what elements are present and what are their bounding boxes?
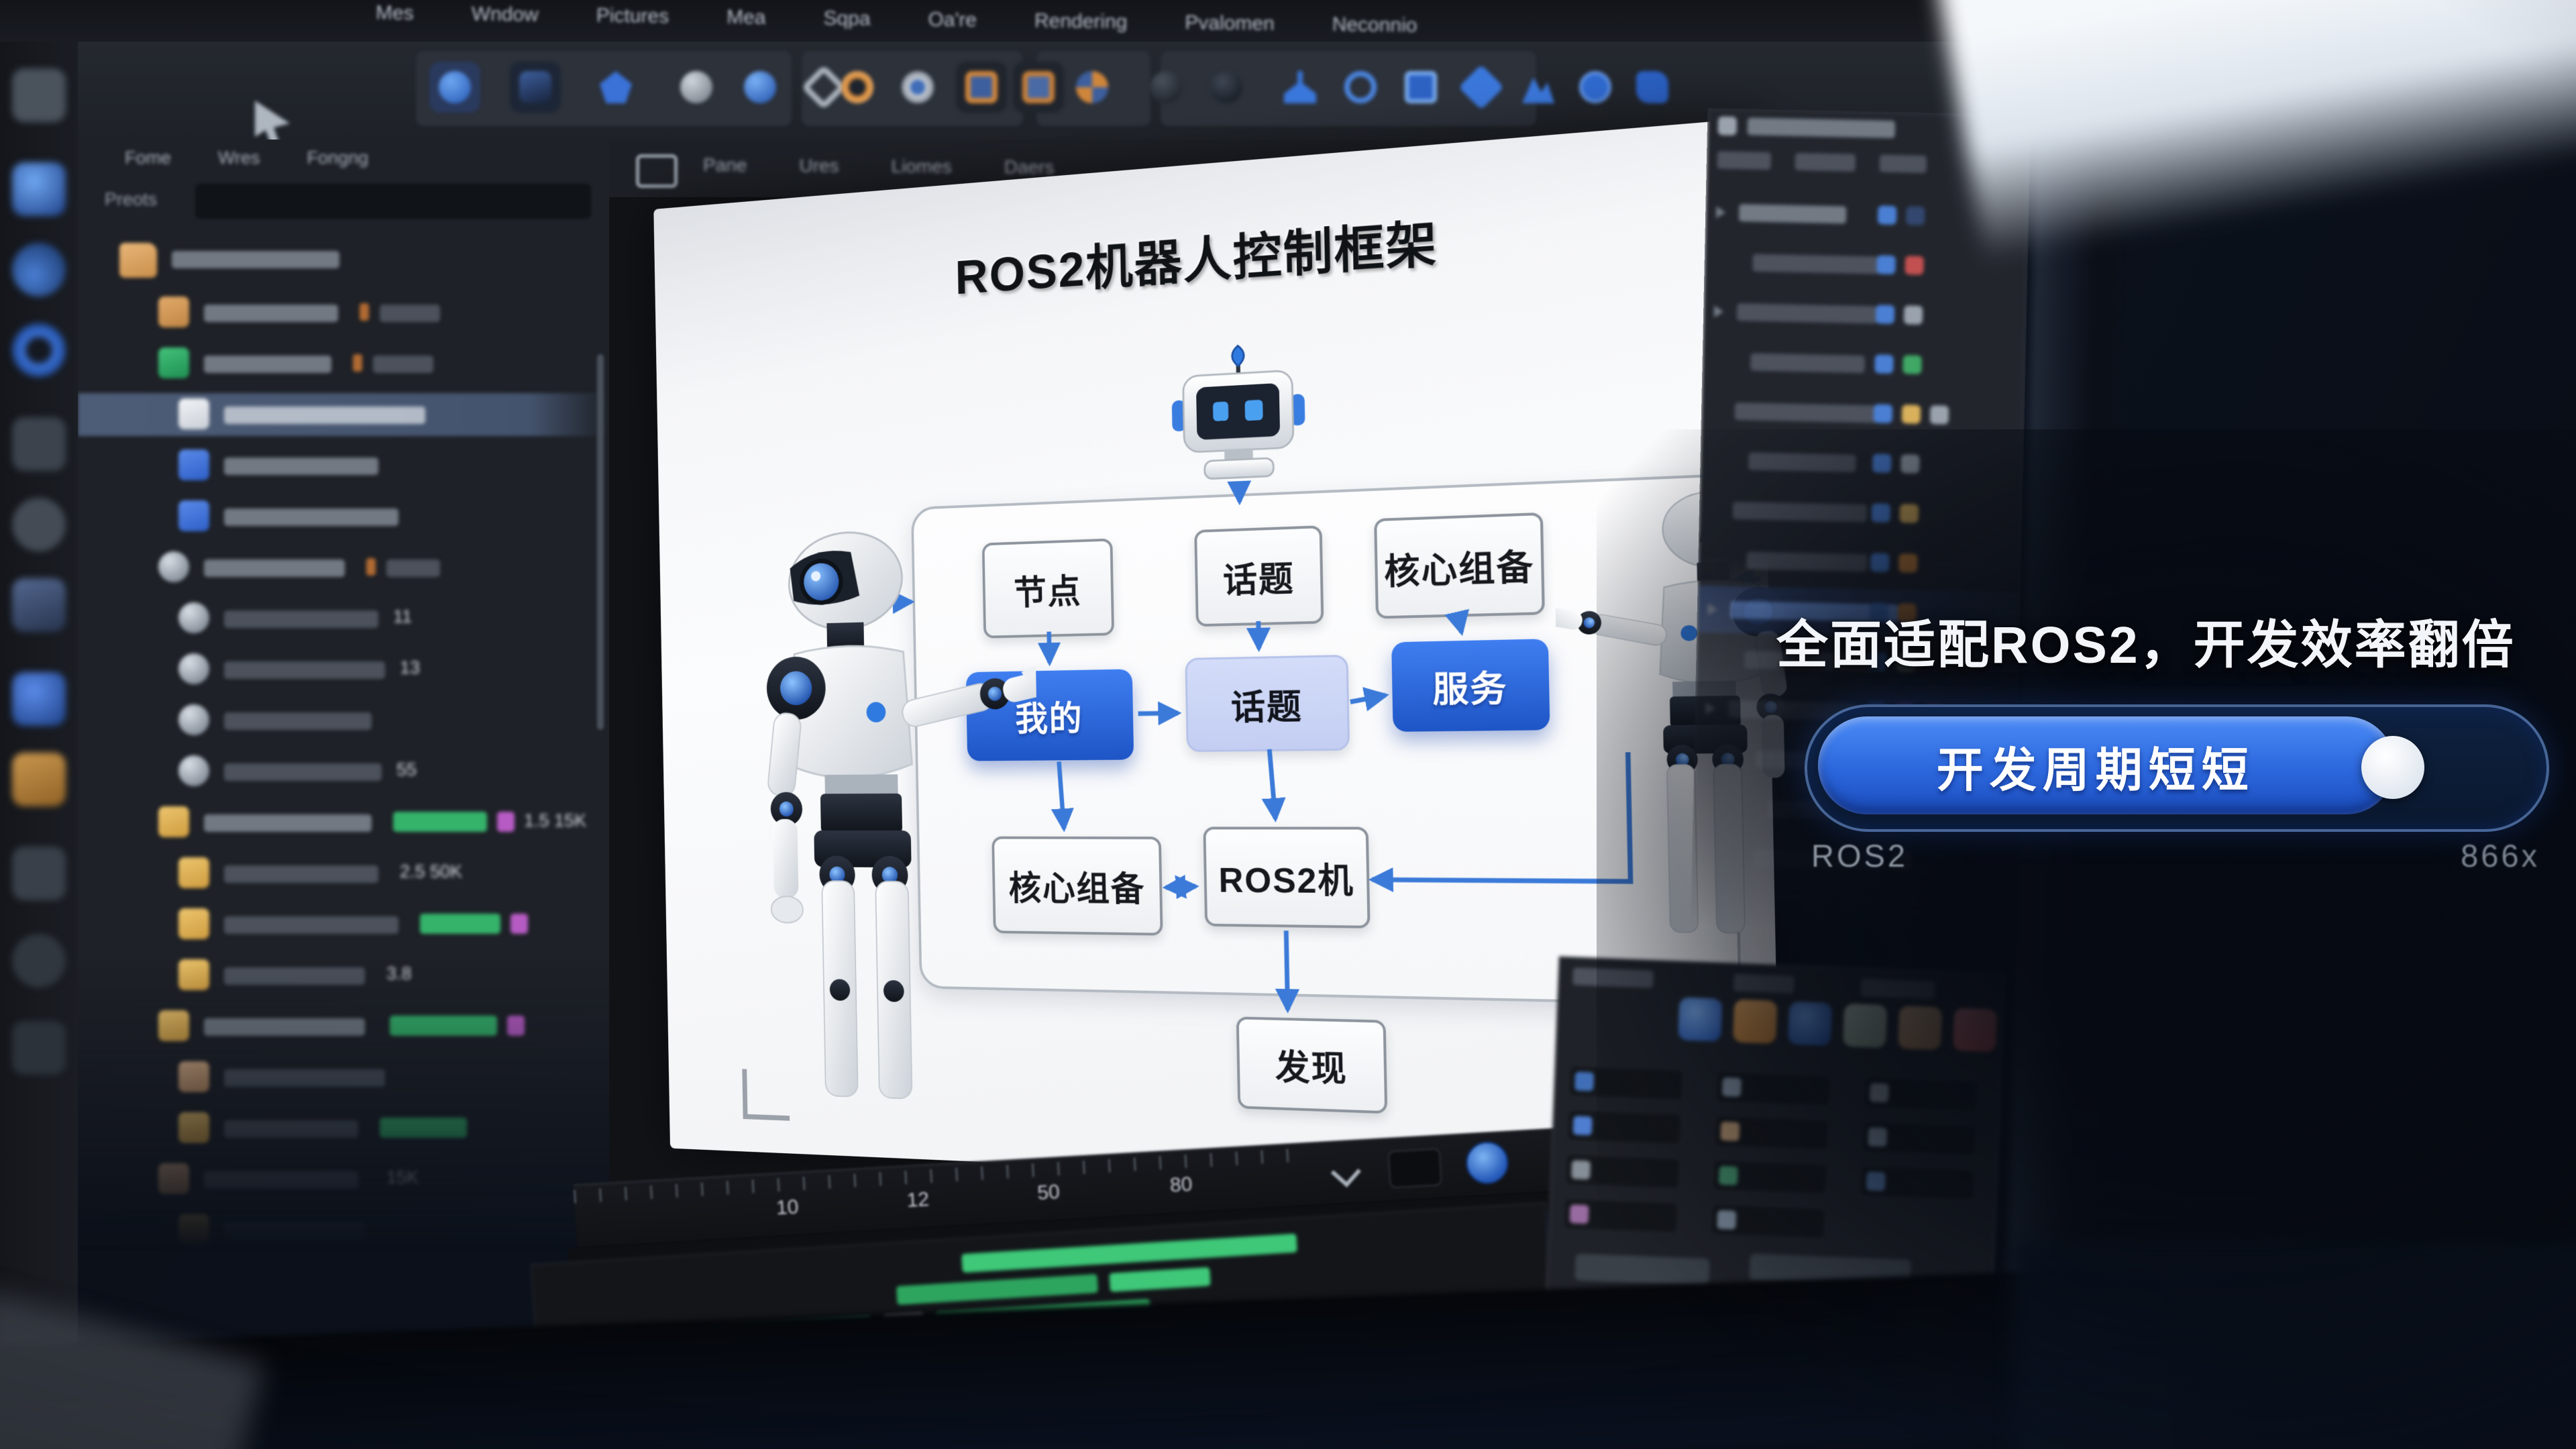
panel-label: Preots <box>105 189 157 210</box>
tree-row[interactable]: 1.5 15K <box>78 801 609 844</box>
tool-icon-orange[interactable] <box>12 753 66 806</box>
tool-icon[interactable] <box>12 68 66 122</box>
orange-frame-icon[interactable] <box>956 62 1007 113</box>
tool-icon[interactable] <box>12 417 66 471</box>
play-badge-icon[interactable] <box>1464 1140 1510 1186</box>
sketch-ring-icon[interactable] <box>892 62 943 113</box>
overlay-dark-backdrop <box>1597 429 2576 1449</box>
menu-item[interactable]: Mes <box>376 2 414 25</box>
tree-row[interactable] <box>78 495 609 538</box>
viewport-window-icon[interactable] <box>636 154 678 188</box>
left-tool-strip <box>0 42 78 1449</box>
promo-captions: ROS2 866x <box>1811 837 2540 874</box>
blue-diamond-icon[interactable] <box>1456 62 1507 113</box>
menu-item[interactable]: Pictures <box>596 5 669 28</box>
layer-row[interactable] <box>1704 288 2025 341</box>
chevron-down-icon[interactable] <box>1331 1157 1361 1187</box>
tool-icon-blue-swirl[interactable] <box>12 162 66 216</box>
viewport-menu-item[interactable]: Daers <box>1004 156 1055 178</box>
timeline-tick-label: 12 <box>906 1188 930 1212</box>
viewport-menu-item[interactable]: Ures <box>799 155 839 176</box>
timeline-tick-label: 50 <box>1036 1181 1060 1205</box>
tree-row[interactable] <box>78 903 609 946</box>
tree-row[interactable] <box>78 444 609 487</box>
panel-menu-item[interactable]: Fome <box>125 148 171 168</box>
menu-item[interactable]: Neconnio <box>1332 13 1417 38</box>
timeline-tick-label: 10 <box>775 1196 799 1220</box>
orange-torus-icon[interactable] <box>832 62 883 113</box>
navy-square-icon[interactable] <box>510 62 561 113</box>
dark-sphere-icon[interactable] <box>1140 62 1191 113</box>
menu-item[interactable]: Wndow <box>472 3 539 26</box>
cloth-icon[interactable] <box>1627 62 1678 113</box>
tree-row[interactable]: 2.5 50K <box>78 852 609 895</box>
tool-icon-blue[interactable] <box>12 672 66 726</box>
tool-icon[interactable] <box>12 1021 66 1075</box>
tree-row[interactable] <box>78 291 609 334</box>
panel-header-icon <box>1718 116 1737 136</box>
tree-row[interactable] <box>78 546 609 589</box>
tool-icon[interactable] <box>12 498 66 551</box>
toggle-label: 开发周期短短 <box>1807 707 2384 825</box>
wire-sphere-icon[interactable] <box>1335 62 1386 113</box>
panel-search-field[interactable] <box>195 184 591 219</box>
caption-ros2: ROS2 <box>1811 837 1908 874</box>
timeline-tick-label: 80 <box>1169 1173 1193 1197</box>
tool-icon[interactable] <box>12 578 66 632</box>
tree-row[interactable]: 11 <box>78 597 609 640</box>
blue-blob-icon[interactable] <box>429 62 480 113</box>
layer-row[interactable] <box>1705 238 2027 292</box>
tool-icon[interactable] <box>12 934 66 987</box>
panel-menu-item[interactable]: Fongng <box>307 148 369 168</box>
slide-corner-mark <box>742 1069 790 1120</box>
dotted-sphere-icon[interactable] <box>1570 62 1621 113</box>
promo-screenshot: Mes Wndow Pictures Mea Sqpa Oa're Render… <box>0 0 2576 1449</box>
timeline-mode-button[interactable] <box>1388 1148 1442 1188</box>
tool-icon-blue-arc[interactable] <box>12 243 66 297</box>
caption-multiplier: 866x <box>2461 837 2540 874</box>
tree-row-selected[interactable] <box>78 393 609 436</box>
panel-menu-item[interactable]: Wres <box>218 148 260 168</box>
tree-row[interactable] <box>78 342 609 385</box>
orange-frame-icon-2[interactable] <box>1013 62 1064 113</box>
toggle-knob[interactable] <box>2361 736 2424 799</box>
menu-item[interactable]: Pvalomen <box>1185 11 1275 36</box>
menu-bar: Mes Wndow Pictures Mea Sqpa Oa're Render… <box>0 0 2053 42</box>
tool-icon-blue-ring[interactable] <box>12 323 66 377</box>
orange-cross-icon[interactable] <box>1067 62 1118 113</box>
gray-sphere-icon[interactable] <box>671 62 722 113</box>
tree-row[interactable]: 15K <box>78 1158 609 1201</box>
joint-tree-icon[interactable] <box>1275 62 1326 113</box>
blue-pentagon-icon[interactable] <box>590 62 641 113</box>
object-tree-panel: Fome Wres Fongng Preots 11 13 55 1.5 15K… <box>78 140 610 1273</box>
dark-sphere-icon-2[interactable] <box>1201 62 1252 113</box>
layer-row[interactable] <box>1703 337 2025 391</box>
tree-row[interactable] <box>78 699 609 742</box>
tree-row[interactable] <box>78 1005 609 1048</box>
tree-row[interactable] <box>78 1056 609 1099</box>
tree-row[interactable] <box>78 237 609 280</box>
tree-row[interactable]: 13 <box>78 648 609 691</box>
tree-scrollbar[interactable] <box>597 354 604 730</box>
desk-highlight-left <box>0 1291 264 1449</box>
viewport-menu-item[interactable]: Pane <box>703 154 747 176</box>
humanoid-robot-left <box>750 515 1044 1122</box>
viewport-menu-item[interactable]: Liomes <box>891 156 951 178</box>
window-glare <box>1930 0 2576 261</box>
tree-row[interactable] <box>78 1107 609 1150</box>
menu-item[interactable]: Mea <box>727 6 766 30</box>
tree-row[interactable]: 55 <box>78 750 609 793</box>
menu-item[interactable]: Sqpa <box>823 7 870 31</box>
tree-row[interactable]: 3.8 <box>78 954 609 997</box>
menu-item[interactable]: Rendering <box>1034 10 1128 34</box>
tree-row[interactable] <box>78 1209 609 1252</box>
tool-icon[interactable] <box>12 847 66 900</box>
promo-toggle-button[interactable]: 开发周期短短 <box>1805 704 2549 832</box>
terrain-icon[interactable] <box>1513 62 1564 113</box>
blue-sphere-icon[interactable] <box>735 62 786 113</box>
promo-headline: 全面适配ROS2，开发效率翻倍 <box>1776 604 2516 678</box>
monitor-icon[interactable] <box>1395 62 1446 113</box>
menu-item[interactable]: Oa're <box>928 9 977 32</box>
